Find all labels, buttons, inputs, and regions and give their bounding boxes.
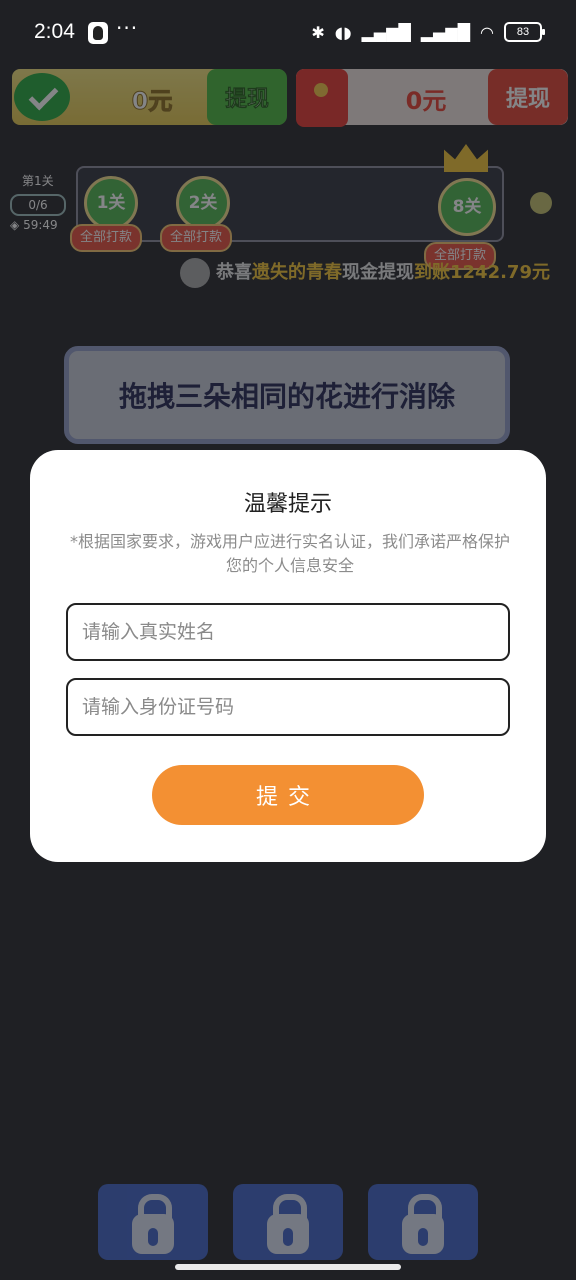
milestone-node[interactable]: 2关: [176, 176, 230, 230]
locked-slot[interactable]: [233, 1184, 343, 1260]
redpacket-balance: 0元: [405, 87, 447, 115]
withdraw-ticker: 恭喜遗失的青春现金提现到账1242.79元: [180, 258, 576, 292]
dialog-title: 温馨提示: [243, 492, 332, 517]
redpacket-wallet: 0元 提现: [296, 69, 568, 127]
real-name-input[interactable]: [66, 603, 510, 661]
bluetooth-icon: ✱: [311, 22, 325, 42]
more-notifications-icon: ···: [116, 16, 139, 40]
milestone-tag: 全部打款: [160, 224, 233, 252]
id-number-input[interactable]: [66, 678, 510, 736]
realname-verification-dialog: 温馨提示 *根据国家要求，游戏用户应进行实名认证，我们承诺严格保护您的个人信息安…: [30, 450, 546, 862]
status-bar: 2:04 ··· ✱ ◖◗ ▂▄▆█ ▂▄▆█ ◠ 83: [0, 0, 576, 68]
level-label: 第1关: [22, 174, 54, 188]
wechat-withdraw-button[interactable]: 提现: [207, 69, 287, 125]
wechat-balance: 0元: [131, 87, 173, 116]
timer-text: 59:49: [23, 218, 58, 232]
wifi-icon: ◠: [480, 22, 494, 42]
milestone-tag: 全部打款: [70, 224, 143, 252]
redpacket-withdraw-button[interactable]: 提现: [488, 69, 568, 125]
instruction-banner: 拖拽三朵相同的花进行消除: [64, 346, 510, 444]
submit-button[interactable]: 提交: [152, 765, 424, 825]
earbuds-icon: ◖◗: [334, 22, 352, 42]
signal-hd-icon: ▂▄▆█: [361, 22, 411, 42]
locked-slot[interactable]: [98, 1184, 208, 1260]
dialog-description: *根据国家要求，游戏用户应进行实名认证，我们承诺严格保护您的个人信息安全: [69, 532, 510, 575]
status-time: 2:04: [34, 20, 75, 43]
ticker-middle: 现金提现: [342, 262, 414, 283]
status-icons: ✱ ◖◗ ▂▄▆█ ▂▄▆█ ◠ 83: [311, 22, 545, 42]
shield-icon: ◈: [10, 218, 20, 232]
ticker-prefix: 恭喜: [216, 262, 252, 283]
ticker-username: 遗失的青春: [252, 262, 342, 283]
avatar: [180, 258, 210, 288]
gear-icon[interactable]: [530, 192, 552, 214]
level-timer: ◈ 59:49: [10, 218, 58, 232]
level-progress: 0/6: [10, 194, 66, 216]
milestone-node-final[interactable]: 8关: [438, 178, 496, 236]
crown-icon: [444, 144, 488, 172]
ticker-amount: 到账1242.79元: [414, 262, 550, 283]
red-packet-icon: [296, 69, 348, 127]
wechat-icon: [14, 73, 70, 121]
wechat-wallet: 0元 提现: [12, 69, 287, 125]
battery-icon: 83: [504, 22, 545, 42]
signal-hd-icon: ▂▄▆█: [420, 22, 471, 42]
home-indicator[interactable]: [175, 1264, 401, 1270]
milestone-node[interactable]: 1关: [84, 176, 138, 230]
qq-icon: [88, 22, 108, 44]
locked-slot[interactable]: [368, 1184, 478, 1260]
